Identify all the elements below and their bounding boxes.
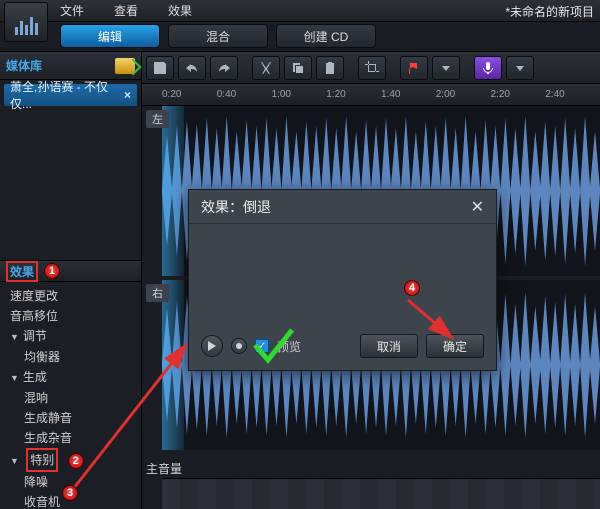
preview-stop-icon[interactable]: [231, 338, 247, 354]
media-item[interactable]: 萧全,孙语赛 - 不仅仅... ×: [4, 84, 137, 106]
close-icon[interactable]: ×: [124, 88, 131, 102]
tool-undo-icon[interactable]: [178, 56, 206, 80]
media-item-label: 萧全,孙语赛 - 不仅仅...: [10, 78, 124, 112]
tree-item-pitch[interactable]: 音高移位: [10, 306, 141, 326]
ruler-tick: 0:20: [162, 89, 217, 100]
tool-rec-dropdown-icon[interactable]: [506, 56, 534, 80]
annotation-badge-1: 1: [44, 263, 60, 279]
window-title: *未命名的新项目: [505, 3, 594, 20]
master-volume-track[interactable]: [162, 478, 600, 509]
editor-toolbar: [142, 52, 600, 84]
tree-item-equalizer[interactable]: 均衡器: [24, 347, 141, 367]
media-library-header: 媒体库: [0, 52, 141, 80]
ruler-tick: 2:00: [436, 89, 491, 100]
annotation-badge-2: 2: [68, 453, 84, 469]
open-folder-icon[interactable]: [115, 58, 135, 74]
effects-panel-header: 效果 1: [0, 260, 141, 282]
tree-item-noisereduce[interactable]: 降噪: [24, 472, 141, 492]
annotation-badge-4: 4: [404, 280, 420, 296]
channel-right-label: 右: [146, 284, 169, 302]
effect-dialog: 效果：倒退 ✕ ✓ 预览 取消 确定: [188, 189, 497, 371]
tool-crop-icon[interactable]: [358, 56, 386, 80]
tool-record-icon[interactable]: [474, 56, 502, 80]
dialog-title: 效果：倒退: [201, 197, 271, 217]
dialog-close-icon[interactable]: ✕: [471, 197, 484, 217]
tree-group-special[interactable]: 特别 2: [10, 448, 141, 472]
tool-dropdown-icon[interactable]: [432, 56, 460, 80]
effects-tree: 速度更改 音高移位 调节 均衡器 生成 混响 生成静音 生成杂音 特别 2: [0, 282, 141, 509]
sidebar: 媒体库 萧全,孙语赛 - 不仅仅... × 效果 1 速度更改 音高移位 调节 …: [0, 52, 142, 509]
ruler-tick: 1:20: [326, 89, 381, 100]
cancel-button[interactable]: 取消: [360, 334, 418, 358]
tool-paste-icon[interactable]: [316, 56, 344, 80]
menu-effects[interactable]: 效果: [168, 2, 192, 19]
ok-button[interactable]: 确定: [426, 334, 484, 358]
tree-item-gennoise[interactable]: 生成杂音: [24, 428, 141, 448]
ruler-tick: 2:20: [491, 89, 546, 100]
ruler-tick: 2:40: [545, 89, 600, 100]
tab-create-cd[interactable]: 创建 CD: [276, 24, 376, 48]
tool-save-icon[interactable]: [146, 56, 174, 80]
tree-group-adjust[interactable]: 调节: [10, 326, 141, 347]
annotation-badge-3: 3: [62, 485, 78, 501]
tool-cut-icon[interactable]: [252, 56, 280, 80]
ruler-tick: 1:00: [272, 89, 327, 100]
tree-group-generate[interactable]: 生成: [10, 367, 141, 388]
mode-tabs: 编辑 混合 创建 CD: [0, 22, 600, 52]
menu-file[interactable]: 文件: [60, 2, 84, 19]
preview-play-icon[interactable]: [201, 335, 223, 357]
preview-checkbox[interactable]: ✓: [255, 339, 269, 353]
preview-label: 预览: [277, 338, 301, 355]
tree-item-gensilence[interactable]: 生成静音: [24, 408, 141, 428]
tree-group-special-label: 特别: [26, 448, 58, 472]
media-library-title: 媒体库: [6, 57, 42, 74]
ruler-tick: 0:40: [217, 89, 272, 100]
tree-item-radio[interactable]: 收音机: [24, 492, 141, 509]
ruler-tick: 1:40: [381, 89, 436, 100]
effects-panel-title: 效果: [6, 261, 38, 282]
master-volume-label: 主音量: [146, 460, 182, 477]
time-ruler[interactable]: 0:20 0:40 1:00 1:20 1:40 2:00 2:20 2:40: [142, 84, 600, 106]
tab-mix[interactable]: 混合: [168, 24, 268, 48]
tool-marker-icon[interactable]: [400, 56, 428, 80]
tree-item-speed[interactable]: 速度更改: [10, 286, 141, 306]
menu-view[interactable]: 查看: [114, 2, 138, 19]
tool-copy-icon[interactable]: [284, 56, 312, 80]
tool-redo-icon[interactable]: [210, 56, 238, 80]
app-logo: [4, 2, 48, 42]
tree-item-mixmod[interactable]: 混响: [24, 388, 141, 408]
channel-left-label: 左: [146, 110, 169, 128]
tab-edit[interactable]: 编辑: [60, 24, 160, 48]
